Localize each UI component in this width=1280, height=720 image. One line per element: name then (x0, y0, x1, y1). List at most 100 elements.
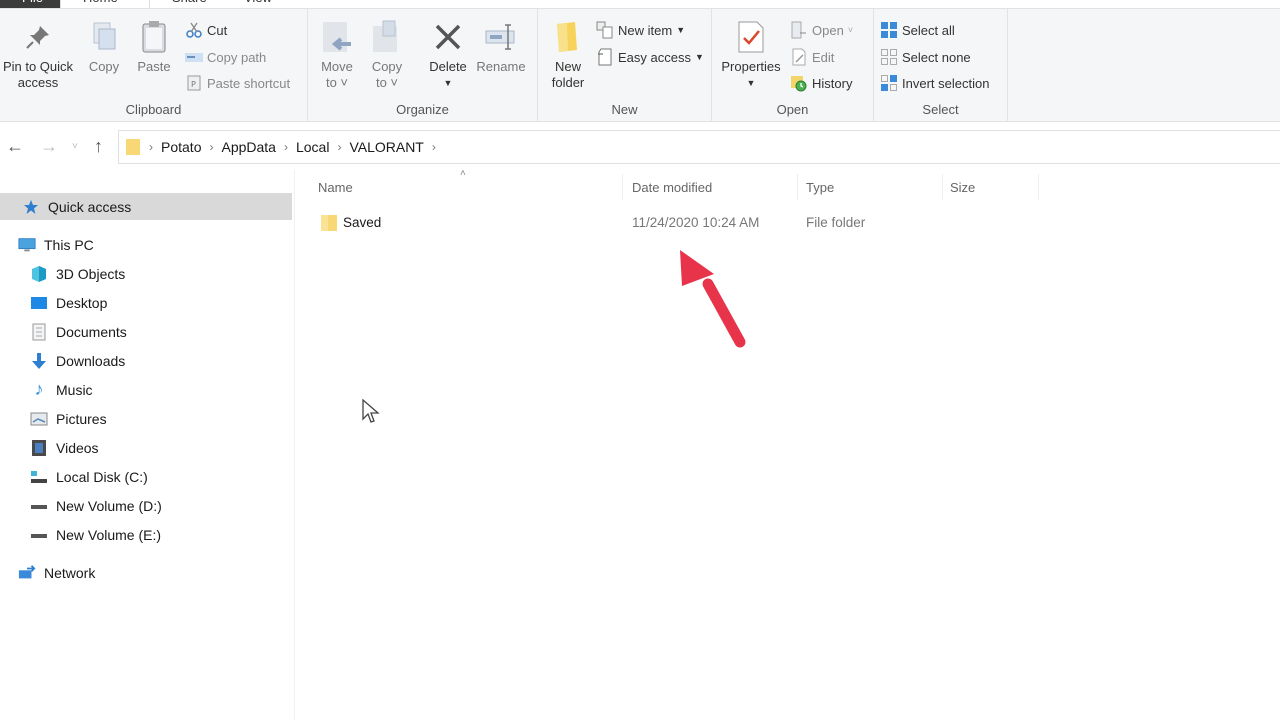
history-button[interactable]: History (790, 73, 852, 93)
new-folder-button[interactable]: New folder (548, 19, 588, 91)
copy-to-button[interactable]: Copy to ˅ (368, 19, 406, 91)
history-icon (790, 74, 808, 92)
network-icon (18, 564, 36, 582)
sidebar-item-music[interactable]: ♪ Music (30, 376, 93, 403)
sidebar-item-desktop[interactable]: Desktop (30, 289, 107, 316)
breadcrumb-separator[interactable]: › (337, 140, 341, 154)
local-disk-c-label: Local Disk (C:) (56, 468, 148, 485)
copy-to-icon (370, 19, 404, 55)
select-all-button[interactable]: Select all (880, 20, 955, 40)
column-header-date-modified[interactable]: Date modified (632, 180, 712, 195)
up-button[interactable]: ↑ (94, 136, 103, 157)
edit-button[interactable]: Edit (790, 47, 834, 67)
sidebar-item-3d-objects[interactable]: 3D Objects (30, 260, 125, 287)
rename-button[interactable]: Rename (476, 19, 526, 75)
open-group: Properties ▼ Open ˅ Edit History Open (712, 9, 874, 121)
pictures-label: Pictures (56, 410, 107, 427)
pane-divider[interactable] (294, 170, 295, 720)
rename-icon (484, 19, 518, 55)
delete-button[interactable]: Delete ▼ (424, 19, 472, 91)
this-pc-label: This PC (44, 236, 94, 253)
breadcrumb-potato[interactable]: Potato (161, 139, 201, 155)
history-label: History (812, 75, 853, 91)
file-type: File folder (806, 215, 866, 230)
move-to-label-1: Move (321, 59, 353, 74)
sidebar-item-local-disk-c[interactable]: Local Disk (C:) (30, 463, 148, 490)
column-separator[interactable] (797, 174, 798, 200)
easy-access-icon (596, 48, 614, 66)
open-group-label: Open (776, 102, 809, 117)
edit-label: Edit (812, 49, 835, 65)
column-header-size[interactable]: Size (950, 180, 975, 195)
clipboard-group-label: Clipboard (125, 102, 182, 117)
paste-shortcut-button[interactable]: P Paste shortcut (185, 73, 290, 93)
breadcrumb-separator[interactable]: › (432, 140, 436, 154)
sidebar-item-downloads[interactable]: Downloads (30, 347, 125, 374)
back-button[interactable]: ← (6, 136, 24, 157)
sort-ascending-icon: ˄ (460, 168, 466, 179)
breadcrumb-separator[interactable]: › (284, 140, 288, 154)
downloads-icon (30, 352, 48, 370)
new-volume-d-label: New Volume (D:) (56, 497, 162, 514)
sidebar-item-documents[interactable]: Documents (30, 318, 127, 345)
pin-to-quick-access-button[interactable]: Pin to Quick access (0, 19, 76, 91)
invert-selection-button[interactable]: Invert selection (880, 73, 989, 93)
sidebar-item-pictures[interactable]: Pictures (30, 405, 107, 432)
column-header-name[interactable]: Name (318, 180, 353, 195)
open-label: Open (812, 22, 844, 38)
3d-objects-label: 3D Objects (56, 265, 126, 282)
paste-icon (137, 19, 171, 55)
breadcrumb-local[interactable]: Local (296, 139, 329, 155)
sidebar-item-new-volume-e[interactable]: New Volume (E:) (30, 521, 161, 548)
column-header-type[interactable]: Type (806, 180, 834, 195)
recent-locations-button[interactable]: ˅ (72, 141, 78, 152)
new-item-button[interactable]: New item ▼ (596, 20, 685, 40)
easy-access-label: Easy access (618, 49, 691, 65)
move-to-button[interactable]: Move to ˅ (318, 19, 356, 91)
column-separator[interactable] (942, 174, 943, 200)
open-dropdown-icon: ˅ (847, 25, 854, 35)
column-separator[interactable] (622, 174, 623, 200)
documents-icon (30, 323, 48, 341)
pin-label-2: access (17, 75, 59, 90)
svg-text:P: P (191, 80, 196, 89)
breadcrumb-separator[interactable]: › (209, 140, 213, 154)
breadcrumb-appdata[interactable]: AppData (221, 139, 275, 155)
tab-file[interactable]: File (0, 0, 60, 8)
properties-button[interactable]: Properties ▼ (718, 19, 784, 91)
documents-label: Documents (56, 323, 127, 340)
invert-selection-label: Invert selection (902, 75, 990, 91)
sidebar-item-network[interactable]: Network (18, 559, 95, 586)
forward-button[interactable]: → (40, 136, 58, 157)
delete-x-icon (431, 19, 465, 55)
cut-button[interactable]: Cut (185, 20, 227, 40)
copy-path-button[interactable]: Copy path (185, 47, 266, 67)
tab-view[interactable]: View (222, 0, 294, 8)
breadcrumb-separator[interactable]: › (149, 140, 153, 154)
select-none-button[interactable]: Select none (880, 47, 971, 67)
column-separator[interactable] (1038, 174, 1039, 200)
file-date-modified: 11/24/2020 10:24 AM (632, 215, 760, 230)
tab-share[interactable]: Share (150, 0, 222, 8)
copy-button[interactable]: Copy (84, 19, 124, 75)
easy-access-button[interactable]: Easy access ▼ (596, 47, 704, 67)
rename-label: Rename (476, 59, 526, 74)
sidebar-item-videos[interactable]: Videos (30, 434, 99, 461)
address-bar[interactable]: › Potato › AppData › Local › VALORANT › (118, 130, 1280, 164)
delete-label: Delete (429, 59, 467, 74)
delete-dropdown-icon[interactable]: ▼ (424, 75, 472, 91)
breadcrumb-valorant[interactable]: VALORANT (349, 139, 423, 155)
sidebar-item-quick-access[interactable]: Quick access (0, 193, 292, 220)
paste-button[interactable]: Paste (134, 19, 174, 75)
tab-home[interactable]: Home (60, 0, 150, 8)
sidebar-item-this-pc[interactable]: This PC (18, 231, 94, 258)
file-name[interactable]: Saved (343, 215, 381, 230)
open-button[interactable]: Open ˅ (790, 20, 853, 40)
open-icon (790, 21, 808, 39)
sidebar-item-new-volume-d[interactable]: New Volume (D:) (30, 492, 162, 519)
new-volume-e-label: New Volume (E:) (56, 526, 162, 543)
mouse-cursor-icon (362, 398, 380, 430)
videos-icon (30, 439, 48, 457)
desktop-label: Desktop (56, 294, 108, 311)
properties-dropdown-icon[interactable]: ▼ (718, 75, 784, 91)
